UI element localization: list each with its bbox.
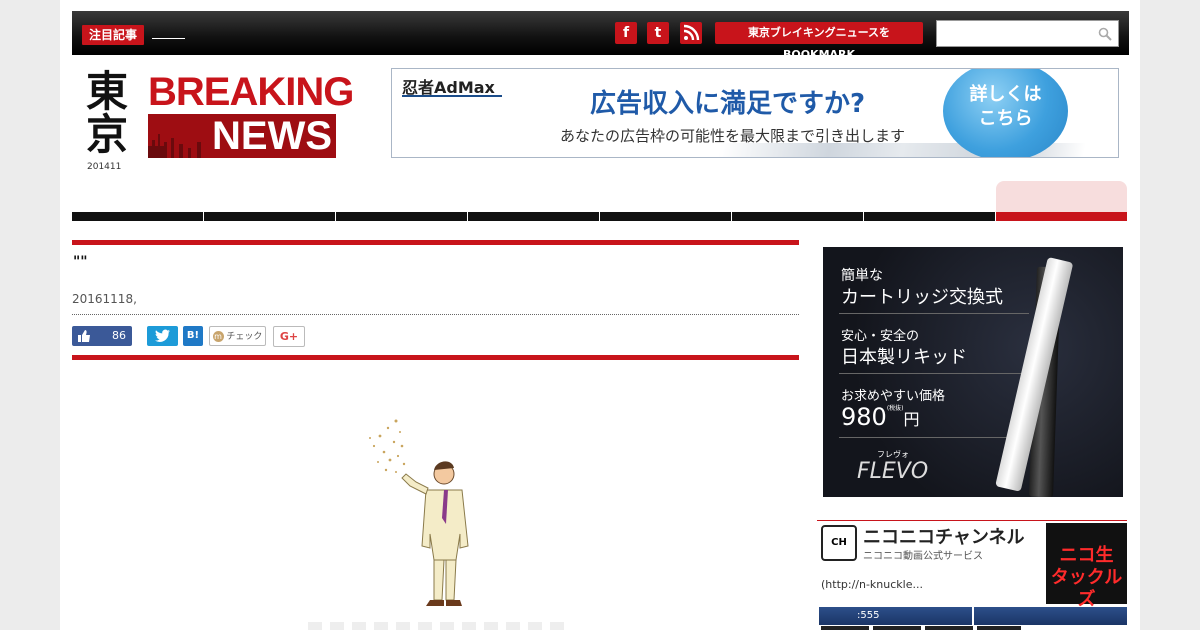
mixi-check-button[interactable]: m チェック bbox=[209, 326, 266, 346]
nav-item-1[interactable] bbox=[72, 212, 203, 221]
logo-date: 201411 bbox=[87, 162, 122, 172]
ad-price: 980(税抜)円 bbox=[841, 403, 920, 431]
search-icon[interactable] bbox=[1098, 27, 1112, 41]
ad-line-3: 安心・安全の bbox=[841, 329, 920, 344]
top-bar: 注目記事 f t 東京ブレイキングニュースをBOOKMARK bbox=[72, 11, 1129, 61]
google-plus-button[interactable]: G+ bbox=[273, 326, 305, 347]
main-nav bbox=[72, 181, 1129, 221]
price-tax: (税抜) bbox=[886, 405, 904, 412]
nav-item-active[interactable] bbox=[996, 181, 1127, 221]
nico-button-1[interactable]: :555 bbox=[819, 607, 972, 625]
nico-subtitle: ニコニコ動画公式サービス bbox=[863, 551, 983, 562]
nico-tv-icon: CH bbox=[821, 525, 857, 561]
logo-kanji: 東 京 bbox=[86, 70, 144, 156]
site-logo[interactable]: 東 京 BREAKING NEWS bbox=[86, 70, 354, 160]
sidebar-ad[interactable]: 簡単な カートリッジ交換式 安心・安全の 日本製リキッド お求めやすい価格 98… bbox=[823, 247, 1123, 497]
price-yen: 円 bbox=[903, 410, 920, 429]
like-count: 86 bbox=[112, 329, 126, 342]
thumbnail-strip bbox=[821, 626, 1021, 630]
hatena-bookmark-button[interactable]: B! bbox=[183, 326, 203, 346]
nav-item-2[interactable] bbox=[204, 212, 335, 221]
ad-line-4: 日本製リキッド bbox=[841, 347, 967, 368]
bookmark-button[interactable]: 東京ブレイキングニュースをBOOKMARK bbox=[715, 22, 923, 61]
twitter-share-button[interactable] bbox=[147, 326, 178, 346]
man-in-suit-illustration bbox=[369, 419, 469, 606]
city-skyline-icon bbox=[148, 134, 201, 158]
nav-item-7[interactable] bbox=[864, 212, 995, 221]
ad-cta-button[interactable]: 詳しくは こちら bbox=[943, 69, 1068, 157]
search-input[interactable] bbox=[936, 20, 1119, 47]
nav-item-5[interactable] bbox=[600, 212, 731, 221]
thumbs-up-icon bbox=[78, 330, 90, 342]
nico-link[interactable]: (http://n-knuckle... bbox=[821, 578, 923, 591]
ad-headline: 広告収入に満足ですか? bbox=[590, 89, 866, 119]
facebook-icon[interactable]: f bbox=[615, 22, 637, 44]
facebook-like-button[interactable]: 86 bbox=[72, 326, 132, 346]
brand-name: FLEVO bbox=[857, 459, 929, 484]
ad-line-1: 簡単な bbox=[841, 268, 883, 284]
faded-caption bbox=[308, 622, 568, 630]
nav-item-3[interactable] bbox=[336, 212, 467, 221]
article-date: 20161118, bbox=[72, 292, 137, 306]
nav-item-4[interactable] bbox=[468, 212, 599, 221]
article-title: "" bbox=[73, 254, 88, 270]
nico-title: ニコニコチャンネル bbox=[863, 527, 1025, 548]
ad-line-5: お求めやすい価格 bbox=[841, 389, 946, 404]
article-top-rule bbox=[72, 240, 799, 245]
price-value: 980 bbox=[841, 403, 887, 431]
ad-separator bbox=[839, 313, 1029, 314]
logo-kanji-top: 東 bbox=[86, 67, 129, 116]
nico-thumbnail[interactable]: ニコ生 タックルズ bbox=[1046, 523, 1127, 610]
banner-ad[interactable]: 忍者AdMax 広告収入に満足ですか? あなたの広告枠の可能性を最大限まで引き出… bbox=[391, 68, 1119, 158]
ad-separator bbox=[839, 373, 1029, 374]
nav-item-6[interactable] bbox=[732, 212, 863, 221]
ad-brand-underline bbox=[402, 95, 502, 97]
pickup-ticker[interactable] bbox=[152, 38, 185, 39]
article-bottom-rule bbox=[72, 355, 799, 360]
pickup-label: 注目記事 bbox=[82, 25, 145, 45]
ad-line-2: カートリッジ交換式 bbox=[841, 287, 1003, 308]
nico-channel-widget[interactable]: CH ニコニコチャンネル ニコニコ動画公式サービス (http://n-knuc… bbox=[817, 520, 1127, 610]
mixi-icon: m bbox=[212, 331, 224, 342]
twitter-icon[interactable]: t bbox=[647, 22, 669, 44]
nico-button-2[interactable] bbox=[974, 607, 1127, 625]
logo-breaking: BREAKING bbox=[148, 70, 354, 114]
ad-separator bbox=[839, 437, 1029, 438]
logo-kanji-bottom: 京 bbox=[86, 110, 129, 159]
rss-icon[interactable] bbox=[680, 22, 702, 44]
divider bbox=[72, 314, 799, 315]
twitter-bird-icon bbox=[154, 329, 170, 342]
mixi-label: チェック bbox=[226, 332, 263, 342]
